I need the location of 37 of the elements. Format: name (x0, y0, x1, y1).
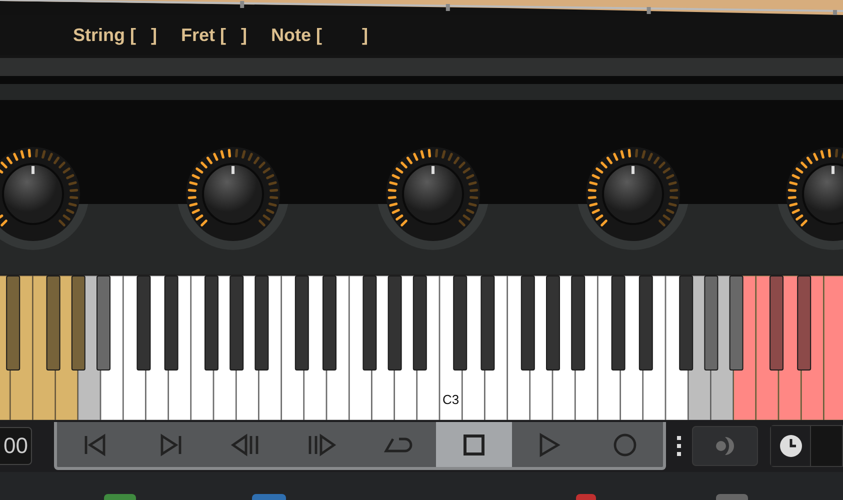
sharp-key[interactable] (230, 276, 244, 370)
sharp-key[interactable] (679, 276, 694, 370)
step-forward-icon (306, 432, 338, 456)
fret-info-label: Note [ ] (271, 24, 368, 46)
clock-button[interactable] (771, 426, 811, 466)
toolbar-icon[interactable] (252, 494, 286, 500)
sharp-key[interactable] (6, 276, 20, 370)
key-label: C3 (442, 392, 460, 407)
toolbar-icon[interactable] (104, 494, 136, 500)
play-icon (537, 432, 562, 458)
fret-info-label: String [ ] (73, 24, 157, 46)
sharp-key[interactable] (136, 276, 151, 370)
sharp-key[interactable] (362, 276, 377, 370)
sharp-key[interactable] (388, 276, 402, 370)
position-field[interactable]: 00 (0, 427, 32, 465)
sharp-key[interactable] (797, 276, 812, 370)
sharp-key[interactable] (571, 276, 586, 370)
sharp-key[interactable] (294, 276, 309, 370)
record-icon (612, 432, 638, 458)
sharp-key[interactable] (254, 276, 269, 370)
sharp-key[interactable] (520, 276, 535, 370)
toolbar-icon[interactable] (576, 494, 596, 500)
sharp-key[interactable] (638, 276, 653, 370)
clock-icon (778, 434, 802, 458)
stop-button[interactable] (436, 422, 512, 467)
metronome-button[interactable] (692, 426, 758, 466)
stop-icon (462, 432, 486, 456)
sharp-key[interactable] (611, 276, 626, 370)
sharp-key[interactable] (453, 276, 468, 370)
sharp-key[interactable] (412, 276, 427, 370)
sharp-key[interactable] (164, 276, 178, 370)
moon-icon (716, 437, 734, 455)
sharp-key[interactable] (71, 276, 86, 370)
toolbar-icon[interactable] (716, 494, 748, 500)
fret-info-label: Fret [ ] (181, 24, 247, 46)
drag-handle-icon[interactable] (676, 435, 682, 457)
sharp-key[interactable] (480, 276, 495, 370)
